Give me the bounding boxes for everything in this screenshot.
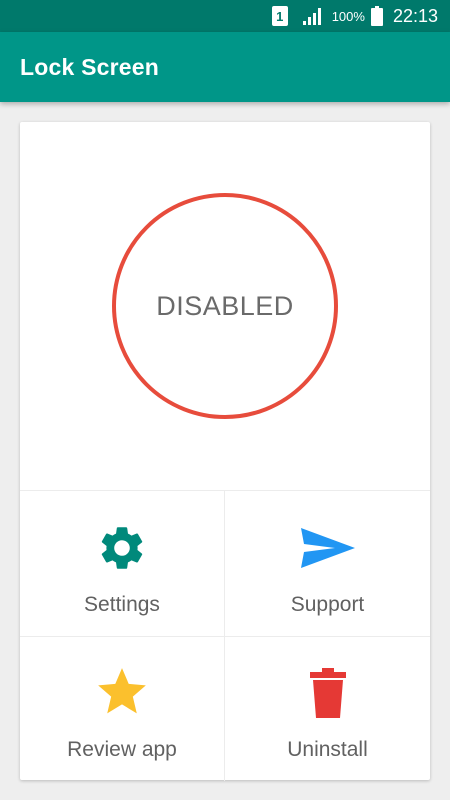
sim-card-icon: 1 bbox=[271, 6, 288, 26]
sim-label: 1 bbox=[276, 8, 284, 24]
uninstall-label: Uninstall bbox=[287, 738, 368, 761]
app-title: Lock Screen bbox=[20, 53, 159, 80]
support-button[interactable]: Support bbox=[225, 491, 430, 636]
battery-icon bbox=[370, 6, 383, 26]
review-app-button[interactable]: Review app bbox=[20, 636, 225, 781]
settings-label: Settings bbox=[84, 592, 160, 616]
signal-icon bbox=[302, 7, 324, 25]
battery-percent: 100% bbox=[331, 8, 365, 24]
lock-toggle-button[interactable]: DISABLED bbox=[112, 193, 338, 419]
uninstall-button[interactable]: Uninstall bbox=[225, 636, 430, 781]
support-label: Support bbox=[290, 592, 365, 616]
send-icon bbox=[300, 521, 355, 575]
gear-icon bbox=[95, 521, 149, 575]
clock: 22:13 bbox=[392, 5, 438, 26]
lock-status-label: DISABLED bbox=[156, 290, 294, 321]
review-app-label: Review app bbox=[67, 738, 177, 761]
status-bar: 1 100% 22:13 bbox=[0, 0, 450, 32]
settings-button[interactable]: Settings bbox=[20, 491, 225, 636]
trash-icon bbox=[301, 666, 355, 720]
app-bar: Lock Screen bbox=[0, 32, 450, 102]
lock-status-area: DISABLED bbox=[20, 122, 430, 490]
actions-grid: Settings Support Review app Uninstall bbox=[20, 490, 430, 781]
star-icon bbox=[95, 666, 149, 720]
main-card: DISABLED Settings Support Review app Uni… bbox=[20, 122, 430, 781]
